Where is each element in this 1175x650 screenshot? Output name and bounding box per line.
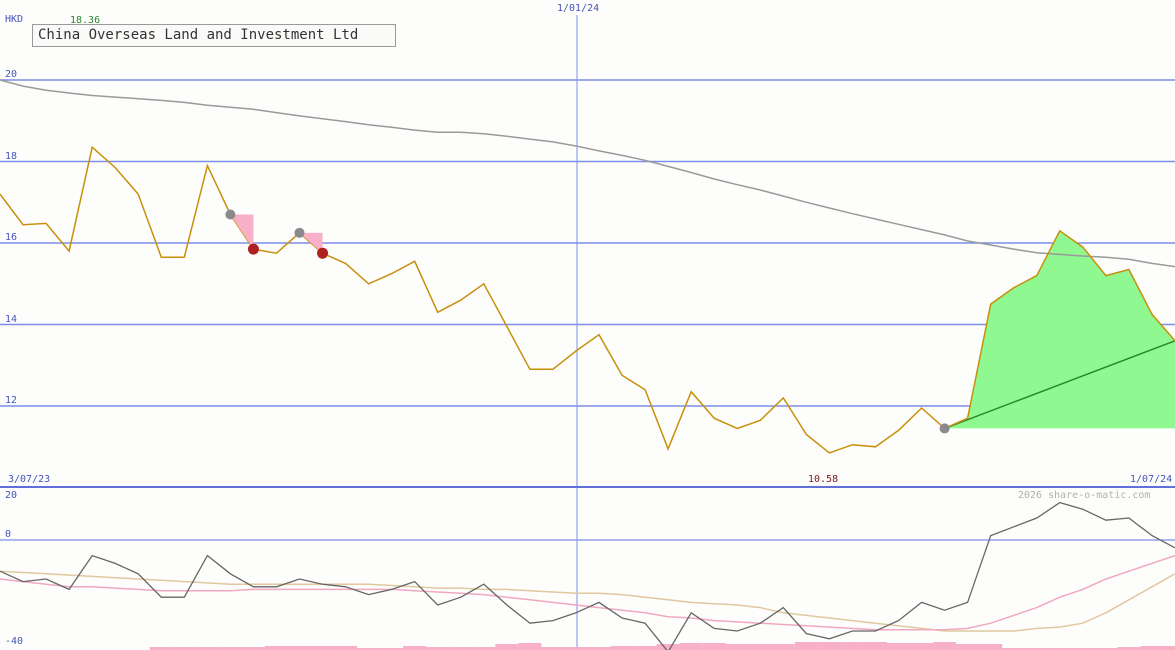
volume-bar: [1163, 646, 1175, 650]
volume-bar: [1140, 646, 1164, 650]
volume-bar: [264, 646, 288, 650]
volume-bar: [748, 644, 772, 650]
y-tick-14: 14: [5, 313, 18, 325]
volume-bar: [956, 644, 980, 650]
osc-tick-bottom: -40: [5, 636, 24, 647]
volume-bar: [334, 646, 358, 650]
chart-title: China Overseas Land and Investment Ltd: [38, 27, 359, 43]
y-tick-12: 12: [5, 395, 18, 406]
copyright-label: 2026 share-o-matic.com: [1018, 490, 1151, 501]
sell-signal-marker: [247, 243, 259, 255]
forecast-area: [944, 230, 1175, 430]
volume-bar: [771, 644, 795, 650]
volume-bar: [725, 644, 749, 650]
moving-average-line: [0, 79, 1175, 268]
osc-ma-tan-line: [0, 570, 1175, 632]
volume-bar: [311, 646, 335, 650]
volume-bars: [149, 642, 1175, 650]
volume-bar: [702, 643, 726, 650]
price-chart: [0, 15, 1175, 650]
chart-title-box: China Overseas Land and Investment Ltd: [32, 24, 396, 47]
volume-bar: [633, 646, 657, 650]
date-end-label: 1/07/24: [1130, 474, 1173, 485]
volume-bar: [887, 643, 911, 650]
max-price-label: 18.36: [70, 15, 101, 26]
volume-bar: [979, 644, 1003, 650]
volume-bar: [817, 642, 841, 650]
volume-bar: [403, 646, 427, 650]
osc-line: [0, 501, 1175, 650]
date-mid-label: 1/01/24: [557, 3, 600, 14]
volume-bar: [933, 642, 957, 650]
y-tick-16: 16: [5, 232, 18, 243]
osc-tick-top: 20: [5, 490, 18, 501]
volume-bar: [840, 642, 864, 650]
volume-bar: [794, 642, 818, 650]
oscillator-series: [0, 501, 1175, 650]
y-tick-18: 18: [5, 150, 18, 162]
volume-bar: [518, 643, 542, 650]
volume-bar: [610, 646, 634, 650]
signal-start-marker: [294, 227, 305, 238]
date-start-label: 3/07/23: [8, 474, 51, 485]
volume-bar: [863, 642, 888, 650]
buy-signal-marker: [939, 423, 950, 434]
sell-signal-marker: [317, 247, 329, 259]
volume-bar: [656, 644, 680, 650]
osc-tick-zero: 0: [5, 529, 12, 540]
forecast-fill: [944, 230, 1175, 429]
min-price-label: 10.58: [808, 474, 839, 485]
volume-bar: [287, 646, 312, 650]
volume-bar: [495, 644, 519, 650]
volume-bar: [910, 643, 934, 650]
y-tick-20: 20: [5, 69, 18, 80]
currency-label: HKD: [5, 14, 24, 25]
volume-bar: [679, 643, 703, 650]
signal-start-marker: [225, 209, 236, 220]
